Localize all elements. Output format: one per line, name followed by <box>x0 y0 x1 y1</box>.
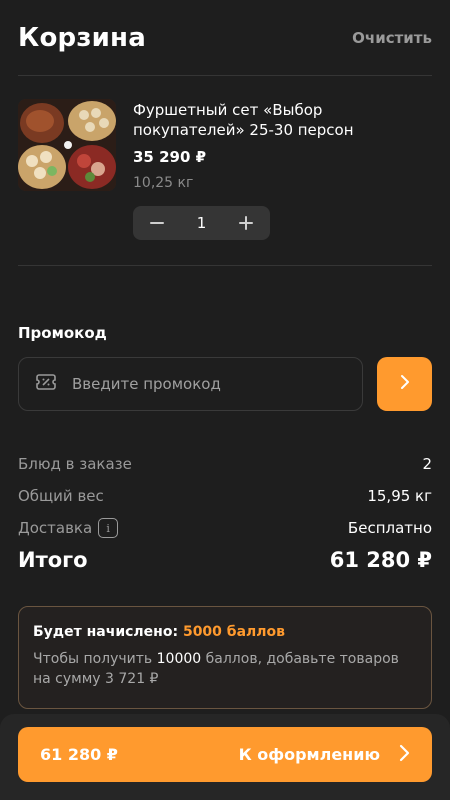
summary-dishes-row: Блюд в заказе 2 <box>18 448 432 480</box>
bonus-text-points: 10000 <box>156 651 202 667</box>
summary-weight-row: Общий вес 15,95 кг <box>18 480 432 512</box>
summary-delivery-row: Доставка i Бесплатно <box>18 512 432 544</box>
cart-item: Фуршетный сет «Выбор покупателей» 25-30 … <box>18 76 432 266</box>
promo-field[interactable] <box>18 357 363 411</box>
quantity-value: 1 <box>196 214 207 232</box>
header: Корзина Очистить <box>18 0 432 76</box>
dishes-label: Блюд в заказе <box>18 455 132 473</box>
bonus-card: Будет начислено: 5000 баллов Чтобы получ… <box>18 606 432 709</box>
item-price: 35 290 ₽ <box>133 148 207 166</box>
checkout-button[interactable]: 61 280 ₽ К оформлению <box>18 727 432 782</box>
summary-total-row: Итого 61 280 ₽ <box>18 548 432 572</box>
delivery-label: Доставка <box>18 519 93 537</box>
dishes-value: 2 <box>422 455 432 473</box>
order-summary: Блюд в заказе 2 Общий вес 15,95 кг Доста… <box>18 448 432 572</box>
chevron-right-icon <box>398 744 410 766</box>
page-title: Корзина <box>18 22 146 53</box>
delivery-label-wrap: Доставка i <box>18 518 119 538</box>
plus-icon[interactable] <box>236 213 256 233</box>
delivery-value: Бесплатно <box>347 519 432 537</box>
bonus-points: 5000 баллов <box>182 624 285 640</box>
checkout-right: К оформлению <box>239 744 410 766</box>
weight-value: 15,95 кг <box>367 487 432 505</box>
total-label: Итого <box>18 548 88 572</box>
promo-input[interactable] <box>72 375 332 393</box>
clear-cart-button[interactable]: Очистить <box>352 29 432 47</box>
total-value: 61 280 ₽ <box>329 548 432 572</box>
checkout-amount: 61 280 ₽ <box>40 745 118 764</box>
quantity-stepper: 1 <box>133 206 270 240</box>
bonus-title-label: Будет начислено: <box>33 624 183 640</box>
food-platter-image[interactable] <box>18 99 116 191</box>
chevron-right-icon <box>399 374 411 394</box>
bonus-text: Чтобы получить 10000 баллов, добавьте то… <box>33 649 417 689</box>
checkout-label: К оформлению <box>238 745 380 764</box>
promo-label: Промокод <box>18 324 107 342</box>
bonus-text-prefix: Чтобы получить <box>33 651 157 667</box>
weight-label: Общий вес <box>18 487 104 505</box>
checkout-footer: 61 280 ₽ К оформлению <box>0 714 450 800</box>
info-icon[interactable]: i <box>98 518 119 538</box>
item-name[interactable]: Фуршетный сет «Выбор покупателей» 25-30 … <box>133 100 432 140</box>
item-weight: 10,25 кг <box>133 175 194 191</box>
minus-icon[interactable] <box>147 213 167 233</box>
promo-submit-button[interactable] <box>377 357 432 411</box>
bonus-title: Будет начислено: 5000 баллов <box>33 624 417 640</box>
coupon-icon <box>36 373 56 395</box>
